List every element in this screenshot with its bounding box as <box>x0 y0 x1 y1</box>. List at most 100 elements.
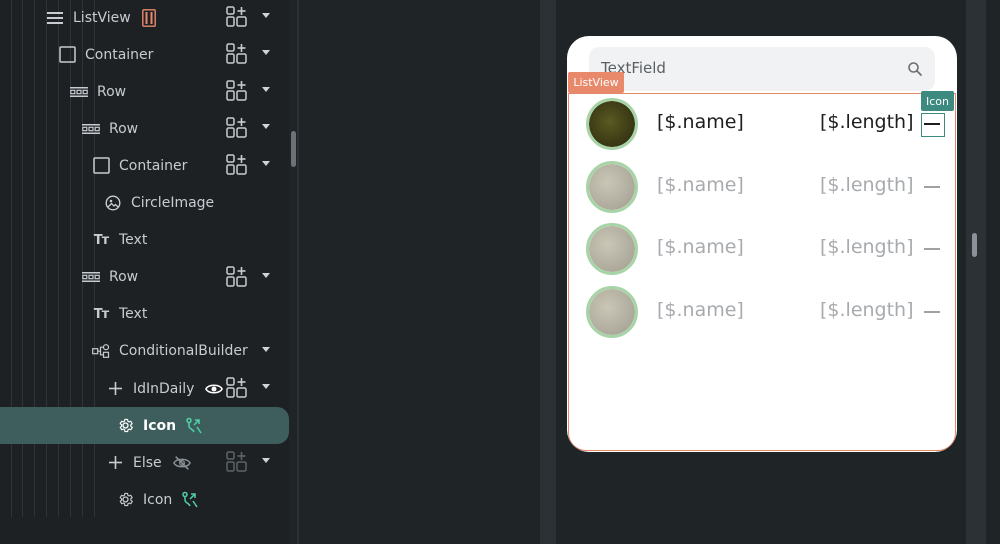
container-icon <box>92 157 110 175</box>
tree-item-listview[interactable]: ListView <box>0 0 289 36</box>
tree-item-label: Text <box>119 306 148 323</box>
tree-item-label: Row <box>109 269 139 286</box>
chevron-down-icon[interactable] <box>262 458 270 464</box>
item-length: [$.length] <box>820 111 914 133</box>
chevron-down-icon[interactable] <box>262 272 270 278</box>
tree-item-label: Icon <box>143 491 173 508</box>
conditional-builder-icon <box>92 342 110 360</box>
text-icon: Tт <box>93 232 109 248</box>
tree-item-label: Else <box>133 454 162 471</box>
tree-item-label: Row <box>97 83 127 100</box>
branch-icon <box>181 491 199 509</box>
text-icon: Tт <box>93 306 109 322</box>
minus-icon[interactable] <box>924 310 940 313</box>
tree-item-idindaily[interactable]: IdInDaily <box>0 370 289 407</box>
chevron-down-icon[interactable] <box>262 87 270 93</box>
tree-item-label: Container <box>119 157 188 174</box>
column-layout-icon <box>140 8 158 27</box>
app-root: ListView Container Row Row Container CircleIm… <box>0 0 1000 544</box>
tree-item-row[interactable]: Row <box>0 259 289 296</box>
canvas-gutter-right <box>966 0 986 544</box>
minus-icon[interactable] <box>924 248 940 250</box>
tree-item-label: Text <box>119 232 148 249</box>
tree-item-conditionalbuilder[interactable]: ConditionalBuilder <box>0 333 289 370</box>
eye-off-icon[interactable] <box>172 454 191 472</box>
tree-item-label: Container <box>85 46 154 63</box>
add-child-icon[interactable] <box>226 117 248 139</box>
widget-tree-panel: ListView Container Row Row Container CircleIm… <box>0 0 289 544</box>
listview-tag: ListView <box>568 72 624 93</box>
tree-item-text[interactable]: Tт Text <box>0 222 289 259</box>
circle-image-icon <box>104 194 122 212</box>
add-child-icon[interactable] <box>226 154 248 176</box>
icon-selection-box[interactable] <box>921 113 945 137</box>
container-icon <box>58 46 76 64</box>
item-name: [$.name] <box>657 236 744 258</box>
tree-item-icon[interactable]: Icon <box>0 481 289 518</box>
chevron-down-icon[interactable] <box>262 384 270 389</box>
item-name: [$.name] <box>657 173 744 196</box>
avatar <box>586 98 638 150</box>
list-view-icon <box>46 9 64 27</box>
avatar-image <box>589 101 635 147</box>
list-item[interactable]: [$.name] [$.length] <box>567 285 957 348</box>
add-child-icon[interactable] <box>226 80 248 102</box>
gear-icon <box>116 417 134 435</box>
tree-item-container[interactable]: Container <box>0 147 289 184</box>
item-length: [$.length] <box>820 298 914 321</box>
avatar-image <box>589 288 635 335</box>
item-name: [$.name] <box>657 298 744 321</box>
row-icon <box>70 83 88 101</box>
plus-icon <box>106 454 124 472</box>
tree-scrollbar[interactable] <box>291 131 296 167</box>
list-item[interactable]: [$.name] [$.length] <box>567 160 957 223</box>
tree-item-row[interactable]: Row <box>0 110 289 147</box>
textfield-widget[interactable]: TextField <box>589 47 935 91</box>
tree-item-label: IdInDaily <box>133 380 195 397</box>
row-icon <box>82 120 100 138</box>
item-name: [$.name] <box>657 111 744 133</box>
canvas-gutter-left <box>540 0 556 544</box>
avatar <box>586 285 638 338</box>
add-child-icon[interactable] <box>226 6 248 28</box>
avatar <box>586 223 638 275</box>
icon-tag: Icon <box>921 91 954 111</box>
tree-item-label: ConditionalBuilder <box>119 343 248 360</box>
gear-icon <box>116 491 134 509</box>
canvas-scrollbar[interactable] <box>972 233 977 257</box>
tree-item-else[interactable]: Else <box>0 444 289 481</box>
panel-divider[interactable] <box>297 0 299 544</box>
list-item[interactable]: [$.name] [$.length] <box>567 98 957 160</box>
chevron-down-icon[interactable] <box>262 13 270 18</box>
chevron-down-icon[interactable] <box>262 161 270 167</box>
avatar-image <box>589 163 635 210</box>
list-item[interactable]: [$.name] [$.length] <box>567 223 957 285</box>
tree-item-circleimage[interactable]: CircleImage <box>0 185 289 222</box>
add-child-icon[interactable] <box>226 377 248 399</box>
item-length: [$.length] <box>820 173 914 196</box>
tree-item-label: ListView <box>73 9 131 26</box>
row-icon <box>82 268 100 286</box>
plus-icon <box>106 380 124 398</box>
tree-item-icon[interactable]: Icon <box>0 407 289 445</box>
add-child-icon[interactable] <box>226 265 248 288</box>
minus-icon[interactable] <box>924 185 940 188</box>
tree-item-text[interactable]: Tт Text <box>0 296 289 333</box>
tree-bottom <box>0 517 289 544</box>
chevron-down-icon[interactable] <box>262 124 270 130</box>
tree-item-container[interactable]: Container <box>0 36 289 73</box>
chevron-down-icon[interactable] <box>262 346 270 352</box>
tree-item-label: Row <box>109 120 139 137</box>
eye-icon[interactable] <box>205 380 224 398</box>
avatar <box>586 160 638 213</box>
tree-item-label: CircleImage <box>131 195 215 211</box>
tree-item-label: Icon <box>143 417 177 434</box>
phone-canvas: TextField [$.name] [$.length] [$.name] [$.l… <box>567 36 957 452</box>
item-length: [$.length] <box>820 236 914 258</box>
add-child-icon[interactable] <box>226 43 248 65</box>
search-icon <box>907 61 923 81</box>
tree-item-row[interactable]: Row <box>0 73 289 110</box>
add-child-icon[interactable] <box>226 451 248 473</box>
chevron-down-icon[interactable] <box>262 50 270 56</box>
branch-icon <box>185 417 203 435</box>
